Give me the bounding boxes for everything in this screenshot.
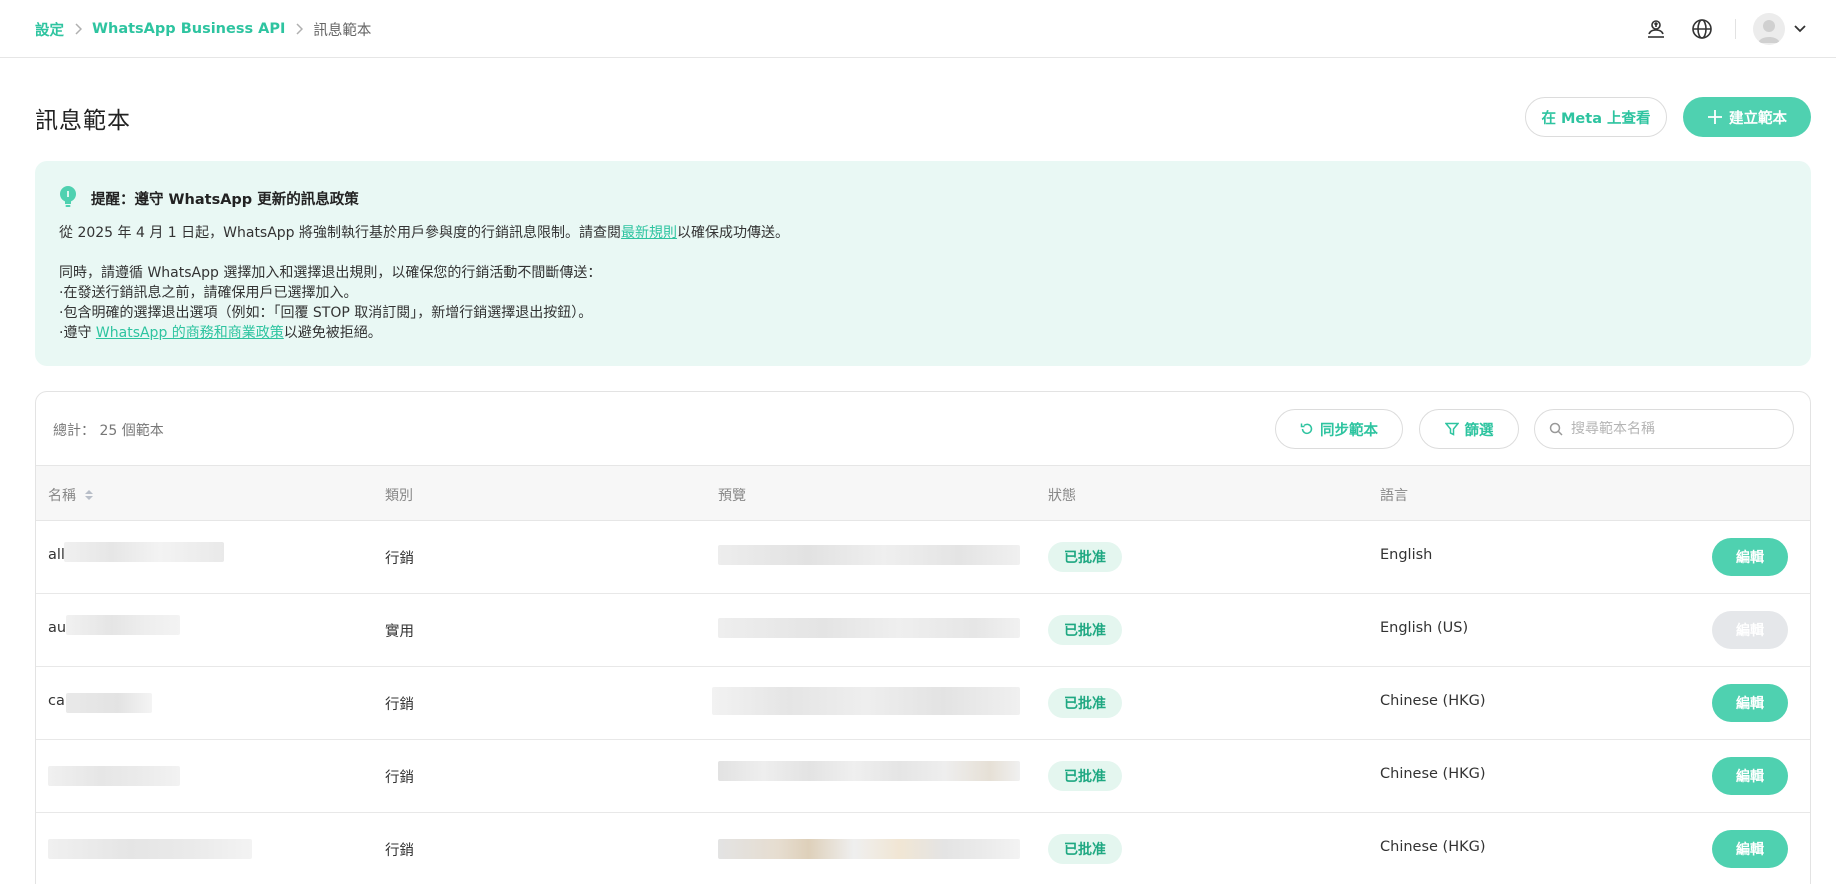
template-category: 行銷 xyxy=(385,697,414,713)
template-category: 行銷 xyxy=(385,551,414,567)
table-row[interactable]: au 實用 已批准 English (US) 編輯 xyxy=(36,594,1810,667)
column-header-language: 語言 xyxy=(1380,488,1408,504)
latest-rules-link[interactable]: 最新規則 xyxy=(621,225,677,241)
search-icon xyxy=(1549,422,1563,436)
template-category: 行銷 xyxy=(385,770,414,786)
notice-text: ·遵守 xyxy=(59,325,96,341)
table-row[interactable]: ca 行銷 已批准 Chinese (HKG) 編輯 xyxy=(36,667,1810,740)
template-name: au xyxy=(48,620,67,636)
chevron-down-icon[interactable] xyxy=(1793,16,1807,42)
template-language: Chinese (HKG) xyxy=(1380,693,1486,709)
user-upload-icon[interactable] xyxy=(1643,16,1669,42)
status-badge: 已批准 xyxy=(1048,834,1122,864)
template-category: 行銷 xyxy=(385,843,414,859)
commerce-policy-link[interactable]: WhatsApp 的商務和商業政策 xyxy=(96,325,284,341)
template-name: all xyxy=(48,547,65,563)
table-header: 名稱 類別 預覽 狀態 語言 xyxy=(36,465,1810,521)
notice-line-1: 從 2025 年 4 月 1 日起，WhatsApp 將強制執行基於用戶參與度的… xyxy=(59,222,789,242)
filter-label: 篩選 xyxy=(1464,422,1494,439)
template-language: English (US) xyxy=(1380,620,1469,636)
view-on-meta-button[interactable]: 在 Meta 上查看 xyxy=(1525,97,1667,137)
status-badge: 已批准 xyxy=(1048,688,1122,718)
sync-templates-button[interactable]: 同步範本 xyxy=(1275,409,1403,449)
template-language: English xyxy=(1380,547,1433,563)
header-divider xyxy=(1735,19,1736,39)
column-label: 名稱 xyxy=(48,488,76,504)
redacted-preview xyxy=(718,545,1020,565)
filter-icon xyxy=(1444,422,1459,436)
edit-button[interactable]: 編輯 xyxy=(1712,538,1788,576)
notice-line-4: ·包含明確的選擇退出選項（例如：「回覆 STOP 取消訂閱」，新增行銷選擇退出按… xyxy=(59,305,593,321)
breadcrumb: 設定 WhatsApp Business API 訊息範本 xyxy=(35,19,371,39)
plus-icon xyxy=(1707,109,1723,125)
edit-button[interactable]: 編輯 xyxy=(1712,757,1788,795)
notice-text: 從 2025 年 4 月 1 日起，WhatsApp 將強制執行基於用戶參與度的… xyxy=(59,225,622,241)
redacted-name xyxy=(48,839,252,859)
template-category: 實用 xyxy=(385,624,414,640)
redacted-name xyxy=(66,615,180,635)
filter-button[interactable]: 篩選 xyxy=(1419,409,1519,449)
sync-templates-label: 同步範本 xyxy=(1320,422,1378,439)
redacted-preview xyxy=(718,761,1020,781)
status-badge: 已批准 xyxy=(1048,761,1122,791)
notice-line-5: ·遵守 WhatsApp 的商務和商業政策以避免被拒絕。 xyxy=(59,322,382,342)
redacted-preview xyxy=(718,839,1020,859)
redacted-preview xyxy=(718,618,1020,638)
search-box[interactable] xyxy=(1534,409,1794,449)
edit-button[interactable]: 編輯 xyxy=(1712,684,1788,722)
redacted-name xyxy=(66,693,152,713)
breadcrumb-whatsapp-api[interactable]: WhatsApp Business API xyxy=(92,21,285,37)
column-header-status: 狀態 xyxy=(1048,488,1076,504)
notice-title: 提醒：遵守 WhatsApp 更新的訊息政策 xyxy=(91,192,359,208)
globe-icon[interactable] xyxy=(1689,16,1715,42)
table-row[interactable]: 行銷 已批准 Chinese (HKG) 編輯 xyxy=(36,813,1810,884)
breadcrumb-current: 訊息範本 xyxy=(313,22,372,39)
policy-notice: 提醒：遵守 WhatsApp 更新的訊息政策 從 2025 年 4 月 1 日起… xyxy=(35,161,1811,366)
redacted-name xyxy=(64,542,224,562)
status-badge: 已批准 xyxy=(1048,615,1122,645)
edit-button[interactable]: 編輯 xyxy=(1712,830,1788,868)
template-language: Chinese (HKG) xyxy=(1380,766,1486,782)
chevron-right-icon xyxy=(74,23,82,35)
chevron-right-icon xyxy=(295,23,304,35)
status-badge: 已批准 xyxy=(1048,542,1122,572)
column-header-preview: 預覽 xyxy=(718,488,746,504)
table-row[interactable]: all 行銷 已批准 English 編輯 xyxy=(36,521,1810,594)
templates-table-card: 總計： 25 個範本 同步範本 篩選 名稱 xyxy=(35,391,1811,884)
table-row[interactable]: 行銷 已批准 Chinese (HKG) 編輯 xyxy=(36,740,1810,813)
redacted-preview xyxy=(712,687,1020,715)
notice-text: 以確保成功傳送。 xyxy=(677,225,790,241)
refresh-icon xyxy=(1300,422,1314,436)
template-name: ca xyxy=(48,693,65,709)
edit-button[interactable]: 編輯 xyxy=(1712,611,1788,649)
column-header-name[interactable]: 名稱 xyxy=(48,485,94,505)
notice-text: 以避免被拒絕。 xyxy=(283,325,382,341)
sort-icon[interactable] xyxy=(84,488,94,502)
template-language: Chinese (HKG) xyxy=(1380,839,1486,855)
search-input[interactable] xyxy=(1571,421,1771,437)
lightbulb-icon xyxy=(59,186,77,208)
avatar[interactable] xyxy=(1753,13,1785,45)
create-template-button[interactable]: 建立範本 xyxy=(1683,97,1811,137)
column-header-category: 類別 xyxy=(385,488,413,504)
breadcrumb-settings[interactable]: 設定 xyxy=(35,19,64,40)
top-bar: 設定 WhatsApp Business API 訊息範本 xyxy=(0,0,1836,58)
page-title: 訊息範本 xyxy=(35,108,131,134)
create-template-label: 建立範本 xyxy=(1729,110,1787,127)
notice-line-2: 同時，請遵循 WhatsApp 選擇加入和選擇退出規則，以確保您的行銷活動不間斷… xyxy=(59,265,602,281)
notice-line-3: ·在發送行銷訊息之前，請確保用戶已選擇加入。 xyxy=(59,285,358,301)
total-count: 總計： 25 個範本 xyxy=(53,423,164,439)
redacted-name xyxy=(48,766,180,786)
view-on-meta-label: 在 Meta 上查看 xyxy=(1541,110,1651,127)
